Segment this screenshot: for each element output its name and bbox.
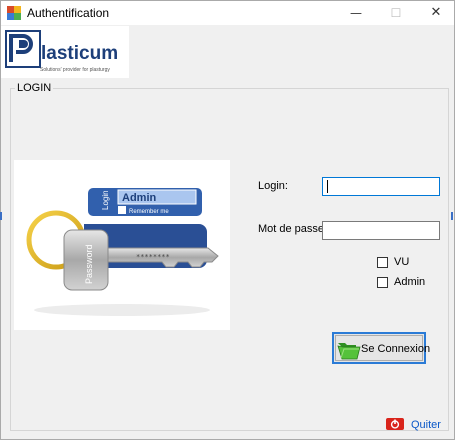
maximize-button[interactable]: ☐ [379,1,413,25]
plasticum-logo: lasticum Solutions' provider for plastur… [1,26,129,78]
admin-checkbox[interactable] [377,277,388,288]
key-stars-text: ******** [136,253,170,261]
password-label: Mot de passe: [258,223,328,235]
key-password-text: Password [84,244,94,284]
login-label: Login: [258,180,288,192]
connect-button[interactable]: Se Connexion [332,332,430,364]
admin-checkbox-label[interactable]: Admin [394,276,425,288]
tag-field-text: Admin [122,192,157,204]
title-bar: Authentification — ☐ ✕ [1,1,454,25]
minimize-button[interactable]: — [339,1,373,25]
close-button[interactable]: ✕ [419,1,453,25]
key-illustration: Admin Remember me Login ******** Passwor… [14,160,230,330]
login-group-title: LOGIN [15,82,54,94]
app-icon [7,6,21,20]
login-field[interactable] [322,177,440,196]
tag-remember-text: Remember me [129,209,169,215]
power-icon[interactable] [386,418,404,430]
logo-mark-icon [5,30,41,68]
logo-brand-text: lasticum [41,43,119,64]
quit-link[interactable]: Quiter [411,419,441,431]
tag-login-text: Login [101,190,110,210]
logo-tagline: Solutions' provider for plasturgy [40,67,110,73]
vu-checkbox[interactable] [377,257,388,268]
window-title: Authentification [27,6,110,20]
key-icon: Admin Remember me Login ******** Passwor… [26,188,219,316]
left-edge-marker [0,212,2,220]
folder-open-icon [337,343,361,360]
connect-button-label: Se Connexion [361,343,431,355]
right-edge-marker [451,212,453,220]
password-field[interactable] [322,221,440,240]
text-caret [327,180,328,193]
vu-checkbox-label[interactable]: VU [394,256,409,268]
